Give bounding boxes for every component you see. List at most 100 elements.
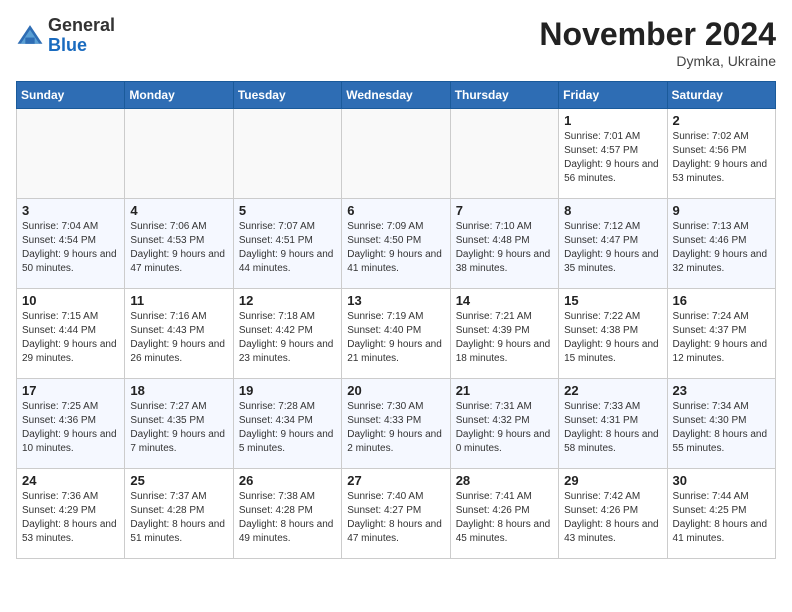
calendar-cell: 7 Sunrise: 7:10 AM Sunset: 4:48 PM Daylig… bbox=[450, 199, 558, 289]
day-detail: Sunrise: 7:15 AM Sunset: 4:44 PM Dayligh… bbox=[22, 310, 119, 366]
calendar-cell: 23 Sunrise: 7:34 AM Sunset: 4:30 PM Dayli… bbox=[667, 379, 775, 469]
calendar-cell: 24 Sunrise: 7:36 AM Sunset: 4:29 PM Dayli… bbox=[17, 469, 125, 559]
calendar-cell: 16 Sunrise: 7:24 AM Sunset: 4:37 PM Dayli… bbox=[667, 289, 775, 379]
day-number: 14 bbox=[456, 293, 553, 308]
day-detail: Sunrise: 7:04 AM Sunset: 4:54 PM Dayligh… bbox=[22, 220, 119, 276]
day-number: 23 bbox=[673, 383, 770, 398]
calendar-cell: 3 Sunrise: 7:04 AM Sunset: 4:54 PM Daylig… bbox=[17, 199, 125, 289]
weekday-header-thursday: Thursday bbox=[450, 82, 558, 109]
calendar-cell: 26 Sunrise: 7:38 AM Sunset: 4:28 PM Dayli… bbox=[233, 469, 341, 559]
day-detail: Sunrise: 7:16 AM Sunset: 4:43 PM Dayligh… bbox=[130, 310, 227, 366]
day-number: 16 bbox=[673, 293, 770, 308]
weekday-header-tuesday: Tuesday bbox=[233, 82, 341, 109]
calendar-cell: 20 Sunrise: 7:30 AM Sunset: 4:33 PM Dayli… bbox=[342, 379, 450, 469]
calendar-cell: 18 Sunrise: 7:27 AM Sunset: 4:35 PM Dayli… bbox=[125, 379, 233, 469]
day-number: 7 bbox=[456, 203, 553, 218]
calendar-cell: 19Sunrise: 7:28 AM Sunset: 4:34 PM Dayli… bbox=[233, 379, 341, 469]
day-number: 6 bbox=[347, 203, 444, 218]
day-detail: Sunrise: 7:19 AM Sunset: 4:40 PM Dayligh… bbox=[347, 310, 444, 366]
calendar-cell: 8 Sunrise: 7:12 AM Sunset: 4:47 PM Daylig… bbox=[559, 199, 667, 289]
logo: General Blue bbox=[16, 16, 115, 56]
day-detail: Sunrise: 7:31 AM Sunset: 4:32 PM Dayligh… bbox=[456, 400, 553, 456]
day-detail: Sunrise: 7:24 AM Sunset: 4:37 PM Dayligh… bbox=[673, 310, 770, 366]
day-detail: Sunrise: 7:21 AM Sunset: 4:39 PM Dayligh… bbox=[456, 310, 553, 366]
calendar-cell: 9 Sunrise: 7:13 AM Sunset: 4:46 PM Daylig… bbox=[667, 199, 775, 289]
day-number: 20 bbox=[347, 383, 444, 398]
day-detail: Sunrise: 7:40 AM Sunset: 4:27 PM Dayligh… bbox=[347, 490, 444, 546]
calendar-cell: 21 Sunrise: 7:31 AM Sunset: 4:32 PM Dayli… bbox=[450, 379, 558, 469]
day-number: 1 bbox=[564, 113, 661, 128]
logo-text: General Blue bbox=[48, 16, 115, 56]
weekday-header-wednesday: Wednesday bbox=[342, 82, 450, 109]
day-detail: Sunrise: 7:27 AM Sunset: 4:35 PM Dayligh… bbox=[130, 400, 227, 456]
day-number: 27 bbox=[347, 473, 444, 488]
page-header: General Blue November 2024 Dymka, Ukrain… bbox=[16, 16, 776, 69]
day-detail: Sunrise: 7:34 AM Sunset: 4:30 PM Dayligh… bbox=[673, 400, 770, 456]
day-number: 3 bbox=[22, 203, 119, 218]
day-detail: Sunrise: 7:18 AM Sunset: 4:42 PM Dayligh… bbox=[239, 310, 336, 366]
day-number: 18 bbox=[130, 383, 227, 398]
day-number: 8 bbox=[564, 203, 661, 218]
day-number: 26 bbox=[239, 473, 336, 488]
day-detail: Sunrise: 7:28 AM Sunset: 4:34 PM Dayligh… bbox=[239, 400, 336, 456]
calendar-cell: 12Sunrise: 7:18 AM Sunset: 4:42 PM Dayli… bbox=[233, 289, 341, 379]
day-number: 13 bbox=[347, 293, 444, 308]
calendar-cell: 10 Sunrise: 7:15 AM Sunset: 4:44 PM Dayli… bbox=[17, 289, 125, 379]
day-detail: Sunrise: 7:22 AM Sunset: 4:38 PM Dayligh… bbox=[564, 310, 661, 366]
calendar-cell: 22 Sunrise: 7:33 AM Sunset: 4:31 PM Dayli… bbox=[559, 379, 667, 469]
calendar-cell bbox=[342, 109, 450, 199]
calendar-cell: 27 Sunrise: 7:40 AM Sunset: 4:27 PM Dayli… bbox=[342, 469, 450, 559]
day-number: 4 bbox=[130, 203, 227, 218]
weekday-header-monday: Monday bbox=[125, 82, 233, 109]
calendar-cell bbox=[450, 109, 558, 199]
calendar-cell: 14 Sunrise: 7:21 AM Sunset: 4:39 PM Dayli… bbox=[450, 289, 558, 379]
calendar-week-2: 3 Sunrise: 7:04 AM Sunset: 4:54 PM Daylig… bbox=[17, 199, 776, 289]
weekday-header-friday: Friday bbox=[559, 82, 667, 109]
day-detail: Sunrise: 7:10 AM Sunset: 4:48 PM Dayligh… bbox=[456, 220, 553, 276]
day-number: 9 bbox=[673, 203, 770, 218]
day-number: 22 bbox=[564, 383, 661, 398]
calendar-cell: 28Sunrise: 7:41 AM Sunset: 4:26 PM Dayli… bbox=[450, 469, 558, 559]
day-number: 28 bbox=[456, 473, 553, 488]
day-detail: Sunrise: 7:12 AM Sunset: 4:47 PM Dayligh… bbox=[564, 220, 661, 276]
day-detail: Sunrise: 7:01 AM Sunset: 4:57 PM Dayligh… bbox=[564, 130, 661, 186]
day-detail: Sunrise: 7:36 AM Sunset: 4:29 PM Dayligh… bbox=[22, 490, 119, 546]
day-detail: Sunrise: 7:02 AM Sunset: 4:56 PM Dayligh… bbox=[673, 130, 770, 186]
day-detail: Sunrise: 7:07 AM Sunset: 4:51 PM Dayligh… bbox=[239, 220, 336, 276]
day-detail: Sunrise: 7:44 AM Sunset: 4:25 PM Dayligh… bbox=[673, 490, 770, 546]
day-number: 24 bbox=[22, 473, 119, 488]
calendar-cell: 1 Sunrise: 7:01 AM Sunset: 4:57 PM Daylig… bbox=[559, 109, 667, 199]
calendar-cell: 29 Sunrise: 7:42 AM Sunset: 4:26 PM Dayli… bbox=[559, 469, 667, 559]
calendar-cell: 17Sunrise: 7:25 AM Sunset: 4:36 PM Dayli… bbox=[17, 379, 125, 469]
day-detail: Sunrise: 7:30 AM Sunset: 4:33 PM Dayligh… bbox=[347, 400, 444, 456]
day-number: 29 bbox=[564, 473, 661, 488]
day-detail: Sunrise: 7:42 AM Sunset: 4:26 PM Dayligh… bbox=[564, 490, 661, 546]
calendar-week-3: 10 Sunrise: 7:15 AM Sunset: 4:44 PM Dayli… bbox=[17, 289, 776, 379]
day-number: 25 bbox=[130, 473, 227, 488]
day-detail: Sunrise: 7:13 AM Sunset: 4:46 PM Dayligh… bbox=[673, 220, 770, 276]
weekday-header-sunday: Sunday bbox=[17, 82, 125, 109]
logo-icon bbox=[16, 22, 44, 50]
day-number: 11 bbox=[130, 293, 227, 308]
day-number: 2 bbox=[673, 113, 770, 128]
calendar-cell: 30Sunrise: 7:44 AM Sunset: 4:25 PM Dayli… bbox=[667, 469, 775, 559]
day-detail: Sunrise: 7:38 AM Sunset: 4:28 PM Dayligh… bbox=[239, 490, 336, 546]
month-title: November 2024 bbox=[539, 16, 776, 53]
day-detail: Sunrise: 7:37 AM Sunset: 4:28 PM Dayligh… bbox=[130, 490, 227, 546]
calendar-cell bbox=[233, 109, 341, 199]
calendar-cell: 4 Sunrise: 7:06 AM Sunset: 4:53 PM Daylig… bbox=[125, 199, 233, 289]
day-detail: Sunrise: 7:06 AM Sunset: 4:53 PM Dayligh… bbox=[130, 220, 227, 276]
day-detail: Sunrise: 7:33 AM Sunset: 4:31 PM Dayligh… bbox=[564, 400, 661, 456]
day-number: 15 bbox=[564, 293, 661, 308]
day-number: 10 bbox=[22, 293, 119, 308]
day-number: 21 bbox=[456, 383, 553, 398]
day-detail: Sunrise: 7:09 AM Sunset: 4:50 PM Dayligh… bbox=[347, 220, 444, 276]
calendar-cell: 15 Sunrise: 7:22 AM Sunset: 4:38 PM Dayli… bbox=[559, 289, 667, 379]
calendar-week-1: 1 Sunrise: 7:01 AM Sunset: 4:57 PM Daylig… bbox=[17, 109, 776, 199]
calendar-week-5: 24 Sunrise: 7:36 AM Sunset: 4:29 PM Dayli… bbox=[17, 469, 776, 559]
calendar-cell bbox=[17, 109, 125, 199]
calendar-cell: 5Sunrise: 7:07 AM Sunset: 4:51 PM Daylig… bbox=[233, 199, 341, 289]
calendar-week-4: 17Sunrise: 7:25 AM Sunset: 4:36 PM Dayli… bbox=[17, 379, 776, 469]
calendar-cell: 2 Sunrise: 7:02 AM Sunset: 4:56 PM Daylig… bbox=[667, 109, 775, 199]
calendar-cell: 11 Sunrise: 7:16 AM Sunset: 4:43 PM Dayli… bbox=[125, 289, 233, 379]
